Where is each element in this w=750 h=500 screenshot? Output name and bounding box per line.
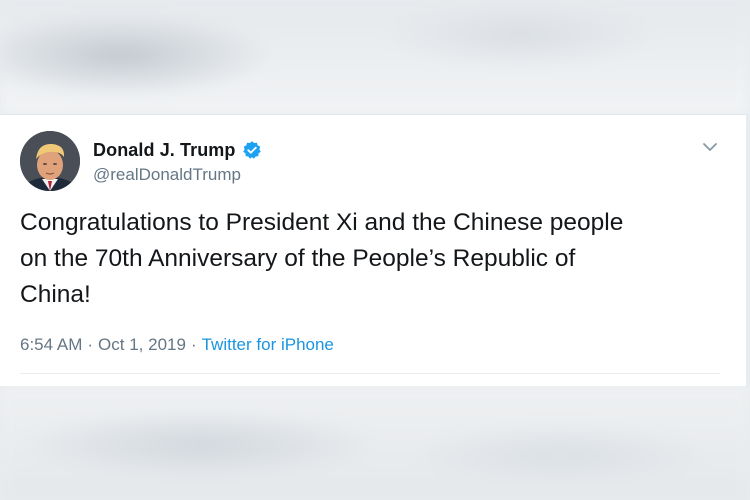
author-display-name[interactable]: Donald J. Trump xyxy=(93,140,236,161)
author-name-row: Donald J. Trump xyxy=(93,137,262,163)
tweet-source-link[interactable]: Twitter for iPhone xyxy=(202,335,334,355)
blurred-background-bottom xyxy=(0,385,750,500)
tweet-metadata: 6:54 AM · Oct 1, 2019 · Twitter for iPho… xyxy=(20,335,334,355)
blurred-background-top xyxy=(0,0,750,115)
verified-badge-icon xyxy=(242,141,261,159)
chevron-down-icon[interactable] xyxy=(700,137,720,157)
tweet-card: Donald J. Trump @realDonaldTrump Congrat… xyxy=(0,114,748,386)
avatar[interactable] xyxy=(20,131,80,191)
meta-separator: · xyxy=(190,335,197,354)
author-handle[interactable]: @realDonaldTrump xyxy=(93,165,241,185)
tweet-text: Congratulations to President Xi and the … xyxy=(20,209,624,308)
divider xyxy=(20,373,720,374)
profile-photo-icon xyxy=(20,131,80,191)
meta-separator: · xyxy=(87,335,94,354)
tweet-time[interactable]: 6:54 AM xyxy=(20,335,82,355)
tweet-date[interactable]: Oct 1, 2019 xyxy=(98,335,186,355)
